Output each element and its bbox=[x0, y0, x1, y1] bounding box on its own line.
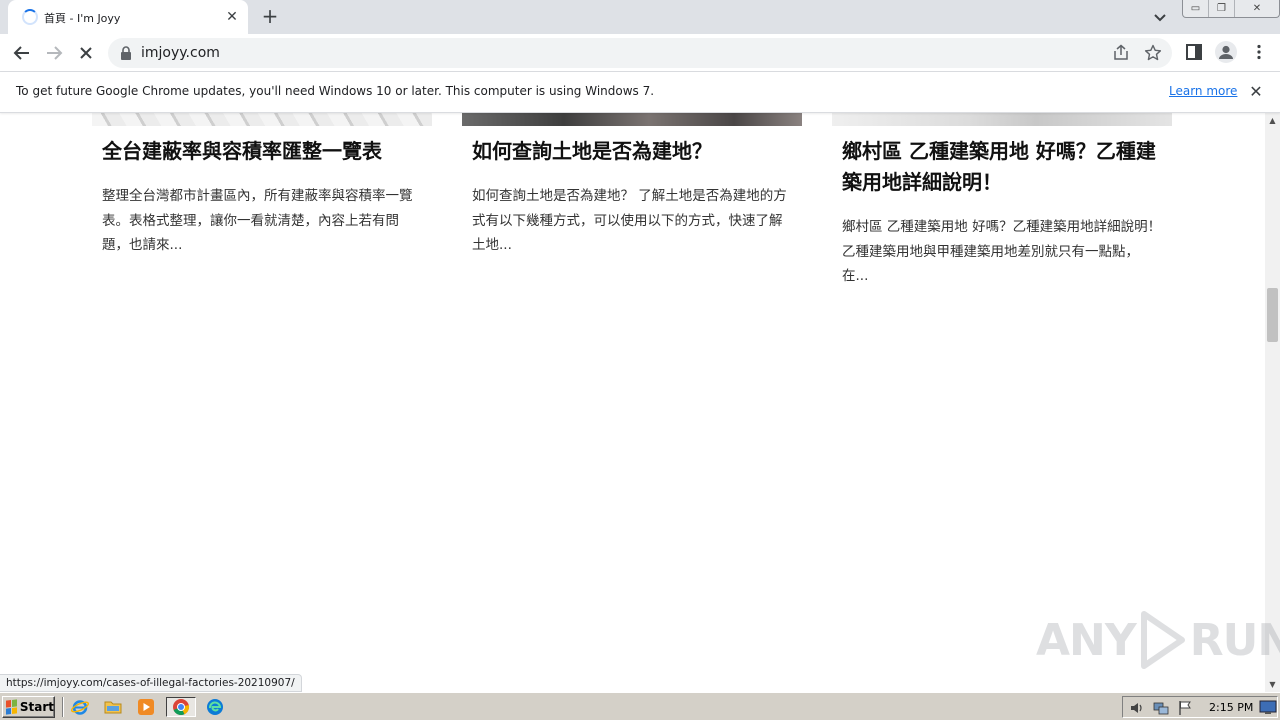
restore-button[interactable]: ❐ bbox=[1209, 0, 1235, 17]
article-title[interactable]: 鄉村區 乙種建築用地 好嗎？乙種建築用地詳細說明！ bbox=[842, 136, 1162, 198]
start-button[interactable]: Start bbox=[2, 696, 55, 718]
side-panel-icon bbox=[1186, 44, 1202, 60]
article-card[interactable]: 鄉村區 乙種建築用地 好嗎？乙種建築用地詳細說明！ 鄉村區 乙種建築用地 好嗎？… bbox=[832, 113, 1172, 289]
tab-title: 首頁 - I'm Joyy bbox=[44, 12, 121, 25]
edge-icon bbox=[207, 699, 223, 715]
show-desktop-icon[interactable] bbox=[1259, 698, 1277, 716]
taskbar-explorer[interactable] bbox=[101, 697, 125, 717]
ie-icon bbox=[71, 700, 89, 715]
link-status-bubble: https://imjoyy.com/cases-of-illegal-fact… bbox=[0, 674, 302, 692]
taskbar-media-player[interactable] bbox=[134, 697, 158, 717]
article-card[interactable]: 如何查詢土地是否為建地？ 如何查詢土地是否為建地？ 了解土地是否為建地的方式有以… bbox=[462, 113, 802, 258]
scroll-up-button[interactable]: ▲ bbox=[1265, 113, 1280, 128]
article-thumbnail[interactable] bbox=[92, 113, 432, 126]
windows-logo-icon bbox=[6, 699, 17, 715]
article-title[interactable]: 如何查詢土地是否為建地？ bbox=[472, 136, 792, 167]
minimize-button[interactable]: ▭ bbox=[1183, 0, 1209, 17]
action-center-flag-icon[interactable] bbox=[1177, 700, 1193, 716]
taskbar-separator bbox=[62, 697, 64, 717]
article-card[interactable]: 全台建蔽率與容積率匯整一覽表 整理全台灣都市計畫區內，所有建蔽率與容積率一覽表。… bbox=[92, 113, 432, 258]
article-thumbnail[interactable] bbox=[832, 113, 1172, 126]
article-excerpt: 整理全台灣都市計畫區內，所有建蔽率與容積率一覽表。表格式整理，讓你一看就清楚，內… bbox=[102, 188, 413, 253]
close-icon bbox=[80, 47, 92, 59]
tab-active[interactable]: 首頁 - I'm Joyy ✕ bbox=[8, 0, 248, 34]
kebab-menu-icon bbox=[1257, 44, 1261, 60]
forward-button[interactable] bbox=[40, 39, 68, 67]
scrollbar-thumb[interactable] bbox=[1267, 288, 1278, 342]
system-tray: 2:15 PM bbox=[1122, 696, 1278, 718]
article-title[interactable]: 全台建蔽率與容積率匯整一覽表 bbox=[102, 136, 422, 167]
start-label: Start bbox=[19, 700, 54, 714]
arrow-right-icon bbox=[47, 46, 63, 60]
taskbar-clock[interactable]: 2:15 PM bbox=[1209, 701, 1253, 714]
scroll-down-button[interactable]: ▼ bbox=[1265, 677, 1280, 692]
address-bar[interactable]: imjoyy.com bbox=[108, 38, 1172, 68]
article-thumbnail[interactable] bbox=[462, 113, 802, 126]
star-icon[interactable] bbox=[1144, 44, 1162, 62]
taskbar-chrome[interactable] bbox=[166, 697, 196, 717]
learn-more-link[interactable]: Learn more bbox=[1169, 84, 1237, 98]
tab-close-button[interactable]: ✕ bbox=[223, 8, 241, 26]
play-logo-icon bbox=[1140, 611, 1185, 669]
side-panel-button[interactable] bbox=[1185, 43, 1203, 65]
window-controls: ▭ ❐ ✕ bbox=[1182, 0, 1280, 18]
browser-toolbar: imjoyy.com bbox=[0, 34, 1280, 72]
taskbar-ie[interactable] bbox=[68, 697, 92, 717]
back-button[interactable] bbox=[8, 39, 36, 67]
article-excerpt: 如何查詢土地是否為建地？ 了解土地是否為建地的方式有以下幾種方式，可以使用以下的… bbox=[472, 188, 787, 253]
infobar-message: To get future Google Chrome updates, you… bbox=[16, 84, 655, 98]
watermark-left-text: ANY bbox=[1036, 614, 1137, 666]
loading-spinner-icon bbox=[22, 9, 38, 25]
explorer-icon bbox=[104, 701, 122, 714]
windows-taskbar: Start 2:15 PM bbox=[0, 692, 1280, 720]
infobar-close-button[interactable]: ✕ bbox=[1246, 82, 1266, 102]
chrome-icon bbox=[173, 699, 190, 715]
media-player-icon bbox=[138, 699, 154, 715]
taskbar-edge[interactable] bbox=[203, 697, 227, 717]
avatar-icon bbox=[1215, 41, 1237, 63]
menu-button[interactable] bbox=[1250, 43, 1268, 65]
watermark-right-text: RUN bbox=[1189, 614, 1280, 666]
chevron-down-icon bbox=[1154, 14, 1166, 22]
tab-strip: 首頁 - I'm Joyy ✕ + ▭ ❐ ✕ bbox=[0, 0, 1280, 34]
volume-icon[interactable] bbox=[1129, 700, 1145, 716]
new-tab-button[interactable]: + bbox=[258, 4, 282, 28]
update-infobar: To get future Google Chrome updates, you… bbox=[0, 72, 1280, 113]
stop-loading-button[interactable] bbox=[72, 39, 100, 67]
url-text[interactable]: imjoyy.com bbox=[141, 45, 220, 61]
anyrun-watermark: ANY RUN bbox=[1036, 605, 1280, 675]
profile-button[interactable] bbox=[1214, 40, 1238, 68]
close-window-button[interactable]: ✕ bbox=[1235, 0, 1279, 17]
lock-icon[interactable] bbox=[120, 46, 132, 60]
share-icon[interactable] bbox=[1112, 44, 1130, 62]
network-icon[interactable] bbox=[1153, 700, 1169, 716]
tab-search-button[interactable] bbox=[1150, 7, 1170, 27]
article-excerpt: 鄉村區 乙種建築用地 好嗎？乙種建築用地詳細說明！乙種建築用地與甲種建築用地差別… bbox=[842, 219, 1162, 284]
arrow-left-icon bbox=[13, 46, 29, 60]
